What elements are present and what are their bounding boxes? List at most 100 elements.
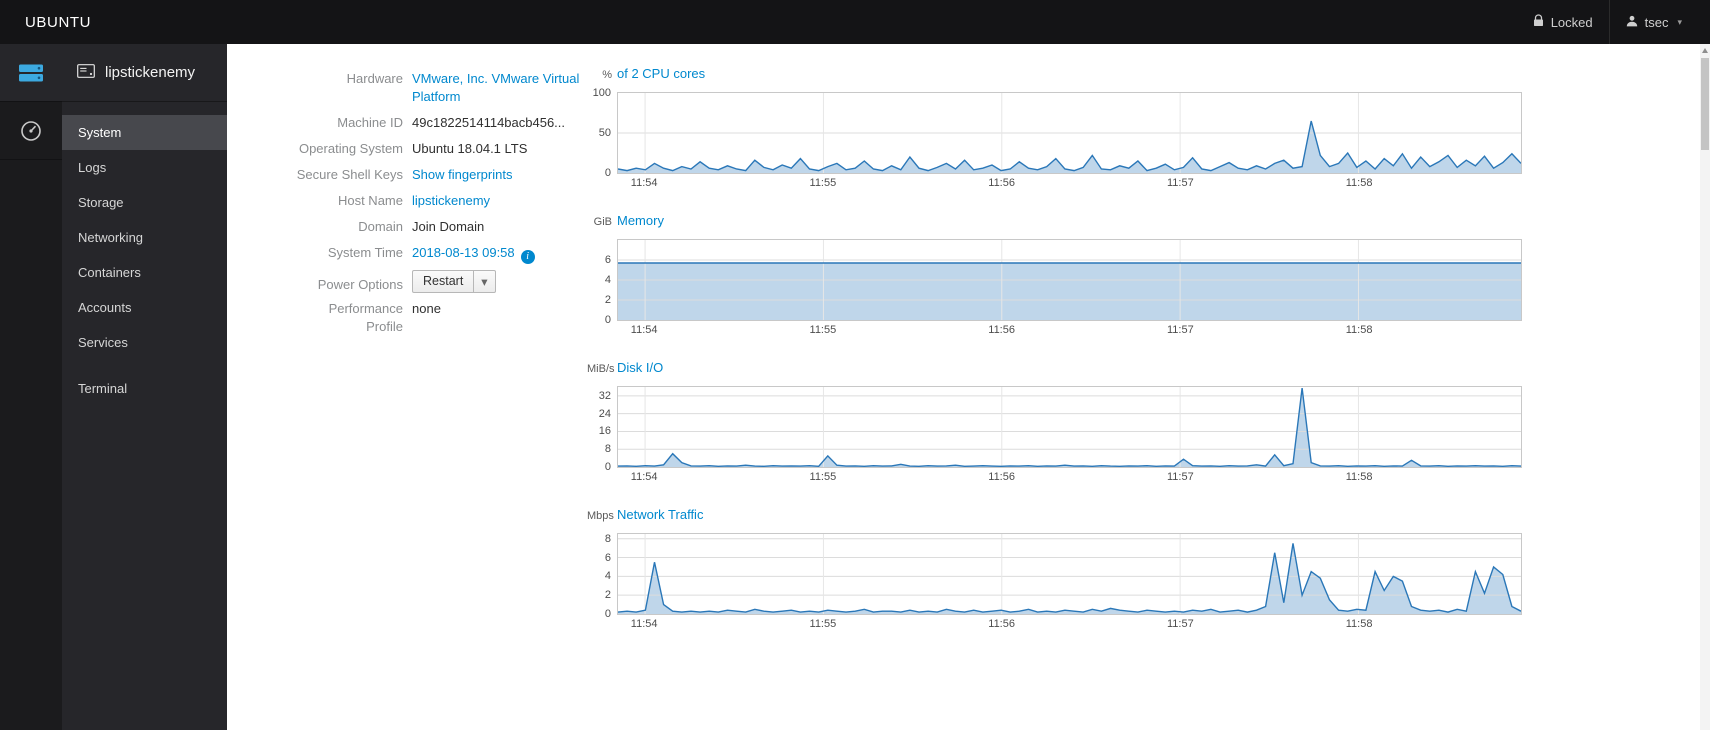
- sidebar-host[interactable]: lipstickenemy: [62, 44, 227, 102]
- sidebar-item-services[interactable]: Services: [62, 325, 227, 360]
- user-name: tsec: [1644, 14, 1669, 30]
- y-tick-label: 2: [604, 294, 611, 306]
- cpu-chart-unit: %: [602, 69, 612, 81]
- network-traffic-chart-plot: [617, 533, 1522, 615]
- user-icon: [1626, 15, 1638, 30]
- scrollbar-thumb[interactable]: [1701, 58, 1709, 150]
- sidebar: lipstickenemy System Logs Storage Networ…: [62, 44, 227, 730]
- x-tick-label: 11:55: [809, 177, 837, 189]
- x-tick-label: 11:57: [1167, 618, 1194, 630]
- x-tick-label: 11:55: [809, 324, 837, 336]
- power-options-dropdown-button[interactable]: ▾: [474, 269, 496, 293]
- os-value: Ubuntu 18.04.1 LTS: [412, 141, 528, 156]
- x-tick-label: 11:57: [1167, 177, 1194, 189]
- x-tick-label: 11:58: [1345, 324, 1373, 336]
- cpu-chart-title[interactable]: of 2 CPU cores: [617, 66, 705, 81]
- x-tick-label: 11:58: [1345, 177, 1373, 189]
- hostname-link[interactable]: lipstickenemy: [412, 193, 490, 208]
- y-tick-label: 2: [604, 589, 611, 602]
- memory-chart-plot: [617, 239, 1522, 321]
- sidebar-item-logs[interactable]: Logs: [62, 150, 227, 185]
- y-tick-label: 32: [598, 389, 611, 402]
- x-tick-label: 11:58: [1345, 618, 1373, 630]
- x-tick-label: 11:54: [630, 618, 658, 630]
- y-tick-label: 6: [604, 551, 611, 564]
- machine-id-value: 49c1822514114bacb456...: [412, 115, 566, 130]
- disk-io-chart-plot: [617, 386, 1522, 468]
- x-tick-label: 11:58: [1345, 471, 1373, 483]
- time-info-icon[interactable]: i: [520, 250, 535, 264]
- lock-icon: [1533, 14, 1544, 30]
- top-bar: UBUNTU Locked tsec ▾: [0, 0, 1710, 44]
- memory-chart-title[interactable]: Memory: [617, 213, 664, 228]
- scrollbar-up-icon[interactable]: [1702, 48, 1708, 53]
- y-tick-label: 24: [598, 407, 611, 420]
- brand-title: UBUNTU: [25, 13, 92, 31]
- locked-button[interactable]: Locked: [1517, 0, 1609, 44]
- x-tick-label: 11:54: [630, 324, 658, 336]
- charts-column: % of 2 CPU cores 0 50 100 11:54 11:55 11:56 1…: [587, 66, 1522, 654]
- join-domain-link[interactable]: Join Domain: [412, 218, 484, 236]
- sidebar-item-networking[interactable]: Networking: [62, 220, 227, 255]
- y-tick-label: 4: [604, 570, 611, 583]
- restart-button[interactable]: Restart: [412, 269, 475, 293]
- os-label: Operating System: [298, 141, 403, 156]
- x-tick-label: 11:55: [809, 618, 837, 630]
- y-tick-label: 100: [592, 87, 611, 99]
- network-traffic-chart-y-axis: 0 2 4 6 8: [587, 532, 617, 620]
- hardware-link[interactable]: VMware, Inc. VMware Virtual Platform: [412, 71, 579, 104]
- sidebar-host-name: lipstickenemy: [105, 64, 196, 81]
- disk-io-chart: MiB/s Disk I/O 0 8 16 24 32 11:54 11:55 11:56 1…: [587, 360, 1522, 487]
- y-tick-label: 0: [604, 461, 611, 473]
- chart-svg: [618, 93, 1521, 173]
- chart-svg: [618, 534, 1521, 614]
- cpu-chart-plot: [617, 92, 1522, 174]
- show-fingerprints-link[interactable]: Show fingerprints: [412, 167, 512, 182]
- network-traffic-chart: Mbps Network Traffic 02468 11:54 11:55 11:…: [587, 507, 1522, 634]
- sidebar-item-containers[interactable]: Containers: [62, 255, 227, 290]
- domain-label: Domain: [358, 219, 403, 234]
- network-traffic-chart-title[interactable]: Network Traffic: [617, 507, 703, 522]
- y-tick-label: 0: [604, 608, 611, 620]
- y-tick-label: 0: [604, 314, 611, 326]
- disk-io-chart-y-axis: 0 8 16 24 32: [587, 386, 617, 473]
- y-tick-label: 6: [604, 254, 611, 266]
- power-options-split-button: Restart ▾: [412, 269, 496, 293]
- y-tick-label: 4: [604, 274, 611, 286]
- sidebar-item-accounts[interactable]: Accounts: [62, 290, 227, 325]
- x-tick-label: 11:54: [630, 471, 658, 483]
- hardware-label: Hardware: [346, 71, 403, 86]
- chart-svg: [618, 387, 1521, 467]
- machine-id-label: Machine ID: [337, 115, 403, 130]
- y-tick-label: 16: [598, 425, 611, 438]
- system-time-label: System Time: [327, 245, 403, 260]
- sidebar-item-system[interactable]: System: [62, 115, 227, 150]
- dashboard-gauge-icon[interactable]: [0, 102, 62, 160]
- x-tick-label: 11:57: [1167, 324, 1194, 336]
- memory-chart-x-axis: 11:54 11:55 11:56 11:57 11:58: [617, 324, 1522, 340]
- x-tick-label: 11:57: [1167, 471, 1194, 483]
- sidebar-nav: System Logs Storage Networking Container…: [62, 115, 227, 406]
- memory-chart: GiB Memory 0246 11:54 11:55 11:56 11:57 11:5…: [587, 213, 1522, 340]
- cpu-chart: % of 2 CPU cores 0 50 100 11:54 11:55 11:56 1…: [587, 66, 1522, 193]
- ssh-keys-label: Secure Shell Keys: [296, 167, 403, 182]
- x-tick-label: 11:55: [809, 471, 837, 483]
- icon-strip: [0, 44, 62, 730]
- y-tick-label: 8: [604, 532, 611, 545]
- user-menu[interactable]: tsec ▾: [1608, 0, 1698, 44]
- sidebar-item-storage[interactable]: Storage: [62, 185, 227, 220]
- power-options-label: Power Options: [317, 277, 403, 292]
- y-tick-label: 50: [598, 127, 611, 139]
- disk-io-chart-title[interactable]: Disk I/O: [617, 360, 663, 375]
- host-machine-icon[interactable]: [0, 44, 62, 102]
- scrollbar[interactable]: [1700, 44, 1710, 730]
- chart-svg: [618, 240, 1521, 320]
- sidebar-item-terminal[interactable]: Terminal: [62, 371, 227, 406]
- disk-io-chart-unit: MiB/s: [587, 363, 615, 375]
- network-traffic-chart-x-axis: 11:54 11:55 11:56 11:57 11:58: [617, 618, 1522, 634]
- main-content: Hardware VMware, Inc. VMware Virtual Pla…: [227, 44, 1710, 730]
- memory-chart-unit: GiB: [593, 216, 612, 228]
- locked-label: Locked: [1550, 14, 1593, 30]
- x-tick-label: 11:56: [988, 324, 1015, 336]
- system-time-link[interactable]: 2018-08-13 09:58: [412, 245, 515, 260]
